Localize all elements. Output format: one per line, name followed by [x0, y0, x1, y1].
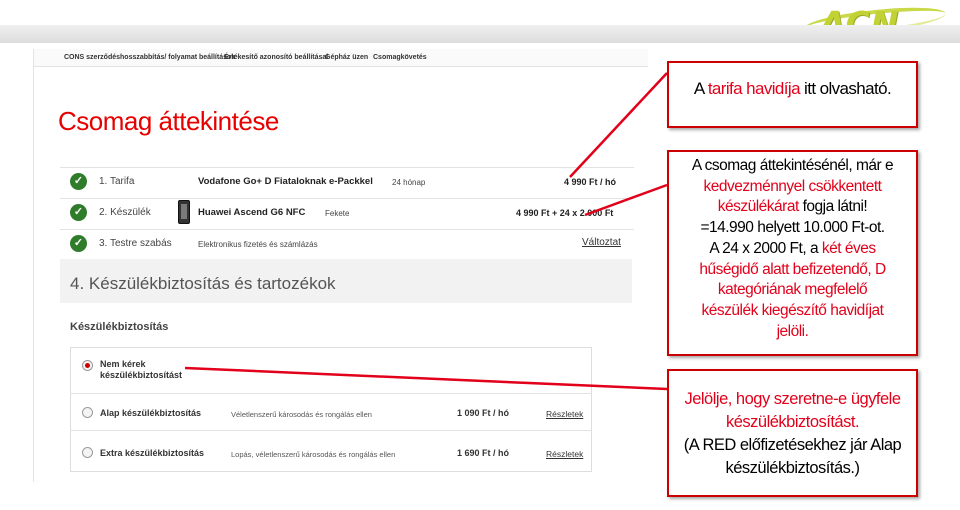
tariff-name: Vodafone Go+ D Fiataloknak e-Packkel — [198, 176, 373, 187]
details-link-extra[interactable]: Részletek — [546, 449, 583, 459]
step-label-device: 2. Készülék — [99, 207, 151, 218]
callout-tariff-text: A tarifa havidíja itt olvasható. — [669, 79, 916, 99]
tariff-duration: 24 hónap — [392, 178, 426, 187]
page-title: Csomag áttekintése — [58, 106, 279, 136]
slide: ACN CONS szerződéshosszabbítás/ folyamat… — [0, 0, 960, 510]
callout-line-highlight: készülék kiegészítő havidíjat — [701, 301, 884, 319]
device-name: Huawei Ascend G6 NFC — [198, 207, 306, 218]
nav-link-contract-extension[interactable]: CONS szerződéshosszabbítás/ folyamat beá… — [64, 54, 235, 61]
option-no-insurance-label: Nem kérek készülékbiztosítást — [100, 359, 183, 380]
nav-link-engine-room[interactable]: Gépház üzen — [325, 54, 368, 61]
callout-text-highlight: két éves — [821, 239, 876, 257]
callout-line: készülékárat fogja látni! — [671, 197, 914, 218]
option-extra-insurance-price: 1 690 Ft / hó — [457, 448, 510, 458]
callout-text-highlight: tarifa havidíja — [707, 79, 801, 98]
option-basic-insurance-price: 1 090 Ft / hó — [457, 408, 510, 418]
change-link[interactable]: Változtat — [582, 237, 621, 248]
callout-insurance-text: Jelölje, hogy szeretne-e ügyfele készülé… — [671, 388, 914, 480]
top-band — [0, 25, 960, 43]
check-icon: ✓ — [70, 235, 87, 252]
device-price: 4 990 Ft + 24 x 2 000 Ft — [516, 208, 614, 218]
customize-summary: Elektronikus fizetés és számlázás — [198, 240, 318, 249]
tariff-price: 4 990 Ft / hó — [564, 177, 617, 187]
callout-line: készülékbiztosítás.) — [725, 459, 860, 477]
callout-text: A — [693, 79, 708, 98]
phone-thumbnail — [178, 200, 190, 224]
radio-basic-insurance[interactable] — [82, 407, 93, 418]
callout-line: =14.990 helyett 10.000 Ft-ot. — [700, 219, 885, 237]
section-header: 4. Készülékbiztosítás és tartozékok — [60, 259, 632, 303]
details-link-basic[interactable]: Részletek — [546, 409, 583, 419]
callout-device-text: A csomag áttekintésénél, már e kedvezmén… — [671, 156, 914, 342]
radio-no-insurance[interactable] — [82, 360, 93, 371]
callout-line-highlight: Jelölje, hogy szeretne-e ügyfele — [684, 390, 901, 408]
callout-text-highlight: készülékárat — [717, 198, 800, 216]
callout-line-highlight: kedvezménnyel csökkentett — [703, 177, 882, 195]
option-basic-insurance-desc: Véletlenszerű károsodás és rongálás elle… — [231, 410, 372, 419]
option-extra-insurance-label: Extra készülékbiztosítás — [100, 448, 205, 458]
callout-text: itt olvasható. — [799, 79, 892, 98]
step-label-tariff: 1. Tarifa — [99, 176, 135, 187]
callout-line: (A RED előfizetésekhez jár Alap — [683, 436, 902, 454]
callout-text: A 24 x 2000 Ft, a — [709, 239, 822, 257]
callout-line-highlight: kategóriának megfelelő — [717, 281, 868, 299]
section-title: 4. Készülékbiztosítás és tartozékok — [70, 274, 336, 293]
callout-insurance: Jelölje, hogy szeretne-e ügyfele készülé… — [667, 369, 918, 497]
divider — [70, 393, 592, 394]
callout-device-price: A csomag áttekintésénél, már e kedvezmén… — [667, 150, 918, 356]
radio-extra-insurance[interactable] — [82, 447, 93, 458]
option-extra-insurance-desc: Lopás, véletlenszerű károsodás és rongál… — [231, 450, 396, 459]
callout-line-highlight: készülékbiztosítást. — [725, 413, 860, 431]
step-label-customize: 3. Testre szabás — [99, 238, 172, 249]
top-nav: CONS szerződéshosszabbítás/ folyamat beá… — [34, 49, 648, 67]
device-color: Fekete — [325, 209, 350, 218]
callout-line: A 24 x 2000 Ft, a két éves — [671, 239, 914, 260]
check-icon: ✓ — [70, 173, 87, 190]
callout-line-highlight: jelöli. — [776, 322, 809, 340]
check-icon: ✓ — [70, 204, 87, 221]
callout-tariff: A tarifa havidíja itt olvasható. — [667, 61, 918, 128]
callout-line: A csomag áttekintésénél, már e — [691, 157, 894, 174]
option-basic-insurance-label: Alap készülékbiztosítás — [100, 408, 202, 418]
nav-link-package-tracking[interactable]: Csomagkövetés — [373, 54, 427, 61]
insurance-heading: Készülékbiztosítás — [70, 321, 169, 333]
callout-line-highlight: hűségidő alatt befizetendő, D — [699, 260, 886, 278]
callout-text: fogja látni! — [798, 198, 868, 216]
nav-link-seller-id[interactable]: Értékesítő azonosító beállításai — [224, 54, 328, 61]
divider — [70, 430, 592, 431]
